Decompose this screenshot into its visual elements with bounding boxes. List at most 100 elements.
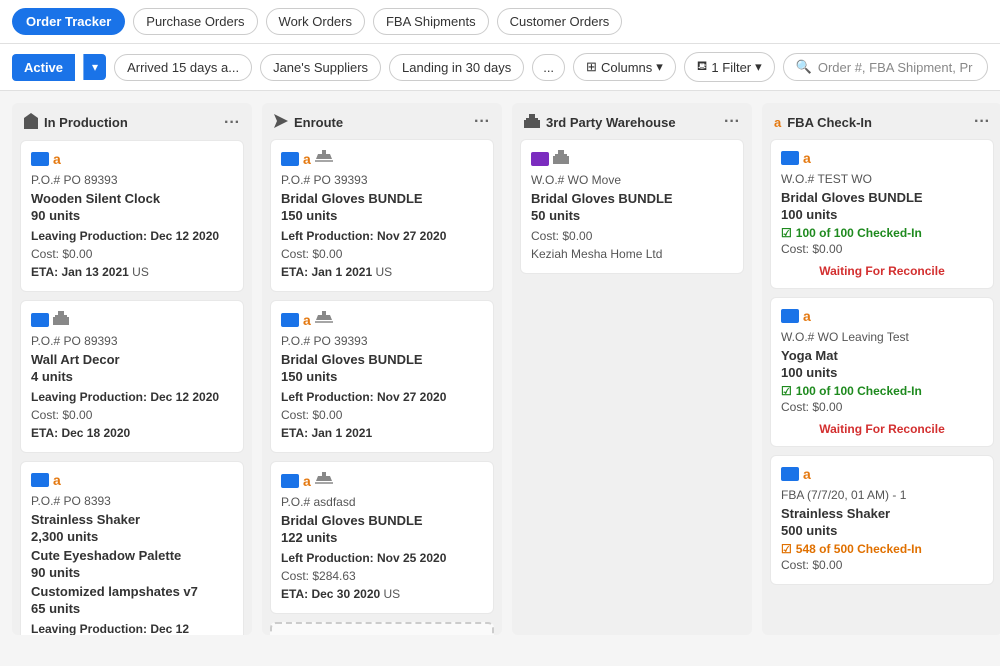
amazon-icon: a: [303, 473, 311, 489]
blue-square-icon: [281, 152, 299, 166]
col-header-left-fba-check-in: a FBA Check-In: [774, 115, 872, 130]
checked-in-text: 100 of 100 Checked-In: [796, 226, 922, 240]
columns-icon: ⊞: [586, 59, 597, 75]
card-enroute-0[interactable]: aP.O.# PO 39393Bridal Gloves BUNDLE150 u…: [270, 139, 494, 292]
cards-container-3rd-party-warehouse: W.O.# WO MoveBridal Gloves BUNDLE50 unit…: [512, 139, 752, 635]
card-units: 100 units: [781, 207, 983, 222]
ship-icon: [315, 472, 333, 489]
fba-shipments-tab[interactable]: FBA Shipments: [373, 8, 489, 35]
col-header-left-in-production: In Production: [24, 113, 128, 132]
card-fba-check-in-0[interactable]: aW.O.# TEST WOBridal Gloves BUNDLE100 un…: [770, 139, 994, 289]
customer-orders-tab[interactable]: Customer Orders: [497, 8, 623, 35]
filter-count-button[interactable]: ⛾ 1 Filter ▾: [684, 52, 775, 82]
card-details: Leaving Production: Dec 12: [31, 620, 233, 635]
card-detail-line: ETA: Dec 18 2020: [31, 424, 233, 442]
card-enroute-3[interactable]: [270, 622, 494, 635]
arrived-filter-button[interactable]: Arrived 15 days a...: [114, 54, 252, 81]
col-icon-enroute: [274, 114, 288, 131]
amazon-icon: a: [803, 466, 811, 482]
amazon-icon: a: [803, 150, 811, 166]
card-detail-line: Leaving Production: Dec 12 2020: [31, 227, 233, 245]
col-title-enroute: Enroute: [294, 115, 343, 130]
blue-square-icon: [31, 313, 49, 327]
card-po-label: W.O.# WO Move: [531, 173, 733, 187]
cards-container-fba-check-in: aW.O.# TEST WOBridal Gloves BUNDLE100 un…: [762, 139, 1000, 635]
col-icon-in-production: [24, 113, 38, 132]
card-title: Bridal Gloves BUNDLE: [531, 191, 733, 206]
card-units: 500 units: [781, 523, 983, 538]
card-details: Left Production: Nov 27 2020Cost: $0.00E…: [281, 227, 483, 281]
checked-in-label: ☑100 of 100 Checked-In: [781, 226, 983, 240]
col-more-button-3rd-party-warehouse[interactable]: ···: [724, 113, 740, 131]
col-more-button-fba-check-in[interactable]: ···: [974, 113, 990, 131]
card-icons-2: a: [781, 466, 983, 482]
search-box[interactable]: 🔍 Order #, FBA Shipment, Pr: [783, 53, 988, 81]
card-detail-line: ETA: Jan 13 2021 US: [31, 263, 233, 281]
card-icons-0: [531, 150, 733, 167]
card-icons-1: a: [781, 308, 983, 324]
col-more-button-enroute[interactable]: ···: [474, 113, 490, 131]
card-extra-units: 90 units: [31, 565, 233, 580]
blue-square-icon: [781, 151, 799, 165]
card-fba-check-in-2[interactable]: a FBA (7/7/20, 01 AM) - 1 Strainless Shake…: [770, 455, 994, 585]
card-detail-line: Left Production: Nov 27 2020: [281, 227, 483, 245]
card-detail-line: Leaving Production: Dec 12: [31, 620, 233, 635]
card-po-label: W.O.# TEST WO: [781, 172, 983, 186]
card-in-production-0[interactable]: aP.O.# PO 89393Wooden Silent Clock90 uni…: [20, 140, 244, 292]
card-3rd-party-warehouse-0[interactable]: W.O.# WO MoveBridal Gloves BUNDLE50 unit…: [520, 139, 744, 274]
card-icons-1: a: [281, 311, 483, 328]
card-details: Left Production: Nov 25 2020Cost: $284.6…: [281, 549, 483, 603]
active-button[interactable]: Active: [12, 54, 75, 81]
suppliers-filter-button[interactable]: Jane's Suppliers: [260, 54, 381, 81]
card-in-production-1[interactable]: P.O.# PO 89393Wall Art Decor4 unitsLeavi…: [20, 300, 244, 453]
card-po-label: P.O.# PO 8393: [31, 494, 233, 508]
card-cost: Cost: $0.00: [781, 240, 983, 258]
more-filters-button[interactable]: ...: [532, 54, 565, 81]
card-po-label: FBA (7/7/20, 01 AM) - 1: [781, 488, 983, 502]
col-title-fba-check-in: FBA Check-In: [787, 115, 872, 130]
amazon-icon: a: [803, 308, 811, 324]
card-details: Left Production: Nov 27 2020Cost: $0.00E…: [281, 388, 483, 442]
card-detail-line: ETA: Jan 1 2021: [281, 424, 483, 442]
work-orders-tab[interactable]: Work Orders: [266, 8, 365, 35]
ship-icon: [315, 311, 333, 328]
cards-container-in-production: aP.O.# PO 89393Wooden Silent Clock90 uni…: [12, 140, 252, 635]
search-icon: 🔍: [796, 59, 812, 75]
col-header-in-production: In Production ···: [12, 103, 252, 140]
factory-icon: [53, 311, 69, 328]
card-in-production-2[interactable]: aP.O.# PO 8393Strainless Shaker2,300 uni…: [20, 461, 244, 635]
columns-chevron-icon: ▾: [656, 59, 663, 75]
order-tracker-button[interactable]: Order Tracker: [12, 8, 125, 35]
landing-filter-button[interactable]: Landing in 30 days: [389, 54, 524, 81]
card-units: 4 units: [31, 369, 233, 384]
card-detail-line: Left Production: Nov 25 2020: [281, 549, 483, 567]
kanban-board: In Production···aP.O.# PO 89393Wooden Si…: [0, 91, 1000, 647]
card-po-label: P.O.# PO 39393: [281, 334, 483, 348]
waiting-reconcile-label: Waiting For Reconcile: [781, 422, 983, 436]
top-nav: Order Tracker Purchase Orders Work Order…: [0, 0, 1000, 44]
card-units: 150 units: [281, 208, 483, 223]
card-fba-check-in-1[interactable]: aW.O.# WO Leaving TestYoga Mat100 units☑…: [770, 297, 994, 447]
card-units: 150 units: [281, 369, 483, 384]
card-units: 122 units: [281, 530, 483, 545]
card-cost: Cost: $0.00: [781, 398, 983, 416]
cards-container-enroute: a P.O.# PO 39393 Bridal Gloves BUNDLE 150 u…: [262, 139, 502, 635]
checked-in-label: ☑548 of 500 Checked-In: [781, 542, 983, 556]
card-enroute-1[interactable]: aP.O.# PO 39393Bridal Gloves BUNDLE150 u…: [270, 300, 494, 453]
blue-square-icon: [31, 152, 49, 166]
card-units: 90 units: [31, 208, 233, 223]
columns-button[interactable]: ⊞ Columns ▾: [573, 53, 676, 81]
card-title: Bridal Gloves BUNDLE: [281, 513, 483, 528]
card-cost: Cost: $0.00: [781, 556, 983, 574]
card-icons-0: a: [781, 150, 983, 166]
blue-square-icon: [281, 474, 299, 488]
card-enroute-2[interactable]: aP.O.# asdfasdBridal Gloves BUNDLE122 un…: [270, 461, 494, 614]
purchase-orders-tab[interactable]: Purchase Orders: [133, 8, 257, 35]
active-dropdown-button[interactable]: ▾: [83, 54, 106, 80]
card-title: Wooden Silent Clock: [31, 191, 233, 206]
filter-bar: Active ▾ Arrived 15 days a... Jane's Sup…: [0, 44, 1000, 91]
card-title: Strainless Shaker: [781, 506, 983, 521]
col-icon-fba-check-in: a: [774, 115, 781, 130]
col-more-button-in-production[interactable]: ···: [224, 114, 240, 132]
card-po-label: P.O.# PO 89393: [31, 334, 233, 348]
